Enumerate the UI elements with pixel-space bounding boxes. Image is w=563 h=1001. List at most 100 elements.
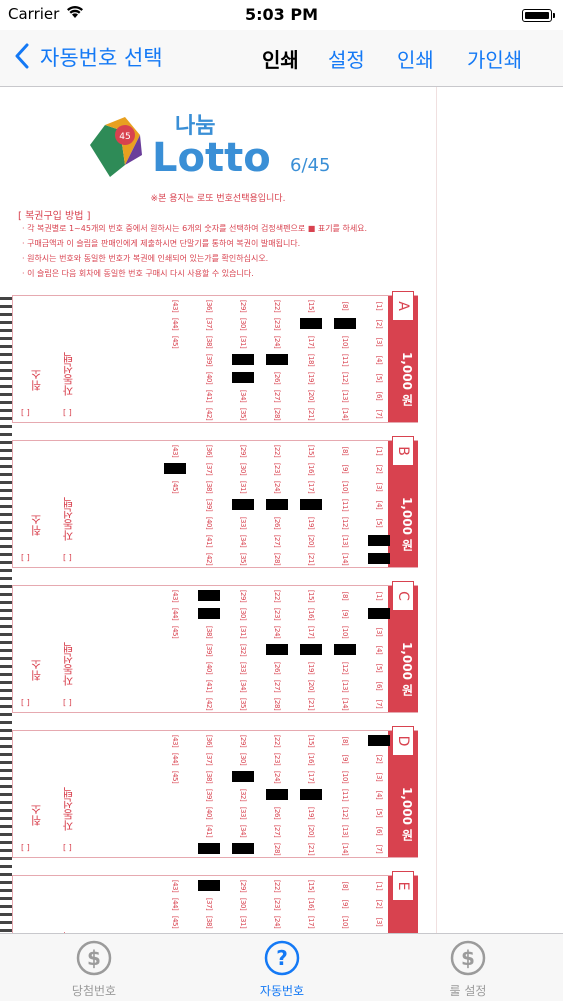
- logo-lotto-text: Lotto: [152, 135, 271, 181]
- game-panel-e: E1,000 원[1][2][3][4][5][6][7][8][9][10][…: [12, 871, 418, 933]
- cancel-label[interactable]: 취소: [29, 659, 45, 681]
- checkbox-bracket[interactable]: [ ]: [63, 408, 72, 417]
- game-letter: E: [392, 871, 414, 901]
- cancel-label[interactable]: 취소: [29, 514, 45, 536]
- number-cell[interactable]: [35]: [238, 401, 248, 427]
- number-mark[interactable]: [300, 499, 322, 510]
- tab-auto-numbers[interactable]: ? 자동번호: [212, 934, 352, 1001]
- checkbox-bracket[interactable]: [ ]: [21, 408, 30, 417]
- number-cell[interactable]: [17]: [306, 764, 316, 790]
- number-cell[interactable]: [7]: [374, 836, 384, 862]
- number-mark[interactable]: [232, 499, 254, 510]
- number-cell[interactable]: [43]: [170, 438, 180, 464]
- game-tab: C 1,000 원: [388, 581, 418, 712]
- number-cell[interactable]: [1]: [374, 583, 384, 609]
- game-price: 1,000 원: [400, 497, 414, 552]
- auto-select-label[interactable]: 자동선택: [61, 352, 77, 396]
- number-mark[interactable]: [368, 553, 390, 564]
- number-mark[interactable]: [368, 608, 390, 619]
- number-cell[interactable]: [28]: [272, 836, 282, 862]
- number-mark[interactable]: [198, 590, 220, 601]
- number-mark[interactable]: [198, 843, 220, 854]
- number-cell[interactable]: [7]: [374, 401, 384, 427]
- number-cell[interactable]: [24]: [272, 619, 282, 645]
- checkbox-bracket[interactable]: [ ]: [63, 698, 72, 707]
- auto-select-label[interactable]: 자동선택: [61, 497, 77, 541]
- number-cell[interactable]: [31]: [238, 474, 248, 500]
- checkbox-bracket[interactable]: [ ]: [21, 843, 30, 852]
- auto-select-label[interactable]: 자동선택: [61, 642, 77, 686]
- checkbox-bracket[interactable]: [ ]: [21, 553, 30, 562]
- number-cell[interactable]: [45]: [170, 909, 180, 933]
- number-cell[interactable]: [14]: [340, 401, 350, 427]
- number-cell[interactable]: [28]: [272, 401, 282, 427]
- number-cell[interactable]: [10]: [340, 619, 350, 645]
- test-print-button[interactable]: 가인쇄: [467, 44, 522, 73]
- number-cell[interactable]: [30]: [238, 746, 248, 772]
- number-mark[interactable]: [198, 880, 220, 891]
- number-cell[interactable]: [41]: [204, 818, 214, 844]
- number-mark[interactable]: [334, 644, 356, 655]
- number-mark[interactable]: [334, 318, 356, 329]
- number-mark[interactable]: [232, 354, 254, 365]
- number-cell[interactable]: [24]: [272, 329, 282, 355]
- number-cell[interactable]: [14]: [340, 691, 350, 717]
- number-cell[interactable]: [21]: [306, 546, 316, 572]
- number-cell[interactable]: [17]: [306, 619, 316, 645]
- number-cell[interactable]: [24]: [272, 474, 282, 500]
- number-mark[interactable]: [266, 789, 288, 800]
- number-cell[interactable]: [45]: [170, 764, 180, 790]
- tab-winning-numbers[interactable]: $ 당첨번호: [24, 934, 164, 1001]
- number-cell[interactable]: [31]: [238, 329, 248, 355]
- checkbox-bracket[interactable]: [ ]: [63, 843, 72, 852]
- number-cell[interactable]: [24]: [272, 764, 282, 790]
- number-cell[interactable]: [7]: [374, 691, 384, 717]
- number-mark[interactable]: [164, 463, 186, 474]
- number-mark[interactable]: [232, 843, 254, 854]
- number-cell[interactable]: [21]: [306, 401, 316, 427]
- number-mark[interactable]: [232, 771, 254, 782]
- cancel-label[interactable]: 취소: [29, 804, 45, 826]
- number-cell[interactable]: [14]: [340, 836, 350, 862]
- checkbox-bracket[interactable]: [ ]: [21, 698, 30, 707]
- auto-select-label[interactable]: 자동선택: [61, 787, 77, 831]
- number-cell[interactable]: [15]: [306, 293, 316, 319]
- number-cell[interactable]: [42]: [204, 401, 214, 427]
- checkbox-bracket[interactable]: [ ]: [63, 553, 72, 562]
- number-mark[interactable]: [300, 318, 322, 329]
- number-cell[interactable]: [8]: [340, 293, 350, 319]
- number-mark[interactable]: [266, 354, 288, 365]
- number-mark[interactable]: [266, 499, 288, 510]
- number-mark[interactable]: [266, 644, 288, 655]
- tab-rule-settings[interactable]: $ 룰 설정: [398, 934, 538, 1001]
- page-title: 인쇄: [262, 48, 299, 72]
- number-cell[interactable]: [21]: [306, 836, 316, 862]
- number-cell[interactable]: [21]: [306, 691, 316, 717]
- number-cell[interactable]: [14]: [340, 546, 350, 572]
- navigation-bar: 자동번호 선택 인쇄 설정 인쇄 가인쇄: [0, 30, 563, 87]
- number-cell[interactable]: [5]: [374, 510, 384, 536]
- cancel-label[interactable]: 취소: [29, 369, 45, 391]
- number-cell[interactable]: [35]: [238, 546, 248, 572]
- number-cell[interactable]: [35]: [238, 691, 248, 717]
- number-mark[interactable]: [198, 608, 220, 619]
- number-mark[interactable]: [300, 644, 322, 655]
- number-mark[interactable]: [232, 372, 254, 383]
- number-mark[interactable]: [368, 735, 390, 746]
- number-cell[interactable]: [42]: [204, 546, 214, 572]
- number-cell[interactable]: [45]: [170, 329, 180, 355]
- ticket-preview[interactable]: 45 나눔 Lotto 6/45 ※본 용지는 로또 번호선택용입니다. [ 복…: [0, 87, 563, 933]
- number-mark[interactable]: [368, 535, 390, 546]
- clock: 5:03 PM: [244, 5, 318, 24]
- number-cell[interactable]: [17]: [306, 474, 316, 500]
- number-mark[interactable]: [300, 789, 322, 800]
- print-button[interactable]: 인쇄: [397, 44, 434, 73]
- number-cell[interactable]: [45]: [170, 474, 180, 500]
- number-cell[interactable]: [28]: [272, 691, 282, 717]
- settings-button[interactable]: 설정: [328, 44, 365, 73]
- number-cell[interactable]: [28]: [272, 546, 282, 572]
- number-cell[interactable]: [34]: [238, 818, 248, 844]
- number-cell[interactable]: [45]: [170, 619, 180, 645]
- game-panel-a: A 1,000 원 [1] [2] [3] [4] [5] [6] [7] [8] [10] [11]…: [12, 291, 418, 423]
- number-cell[interactable]: [42]: [204, 691, 214, 717]
